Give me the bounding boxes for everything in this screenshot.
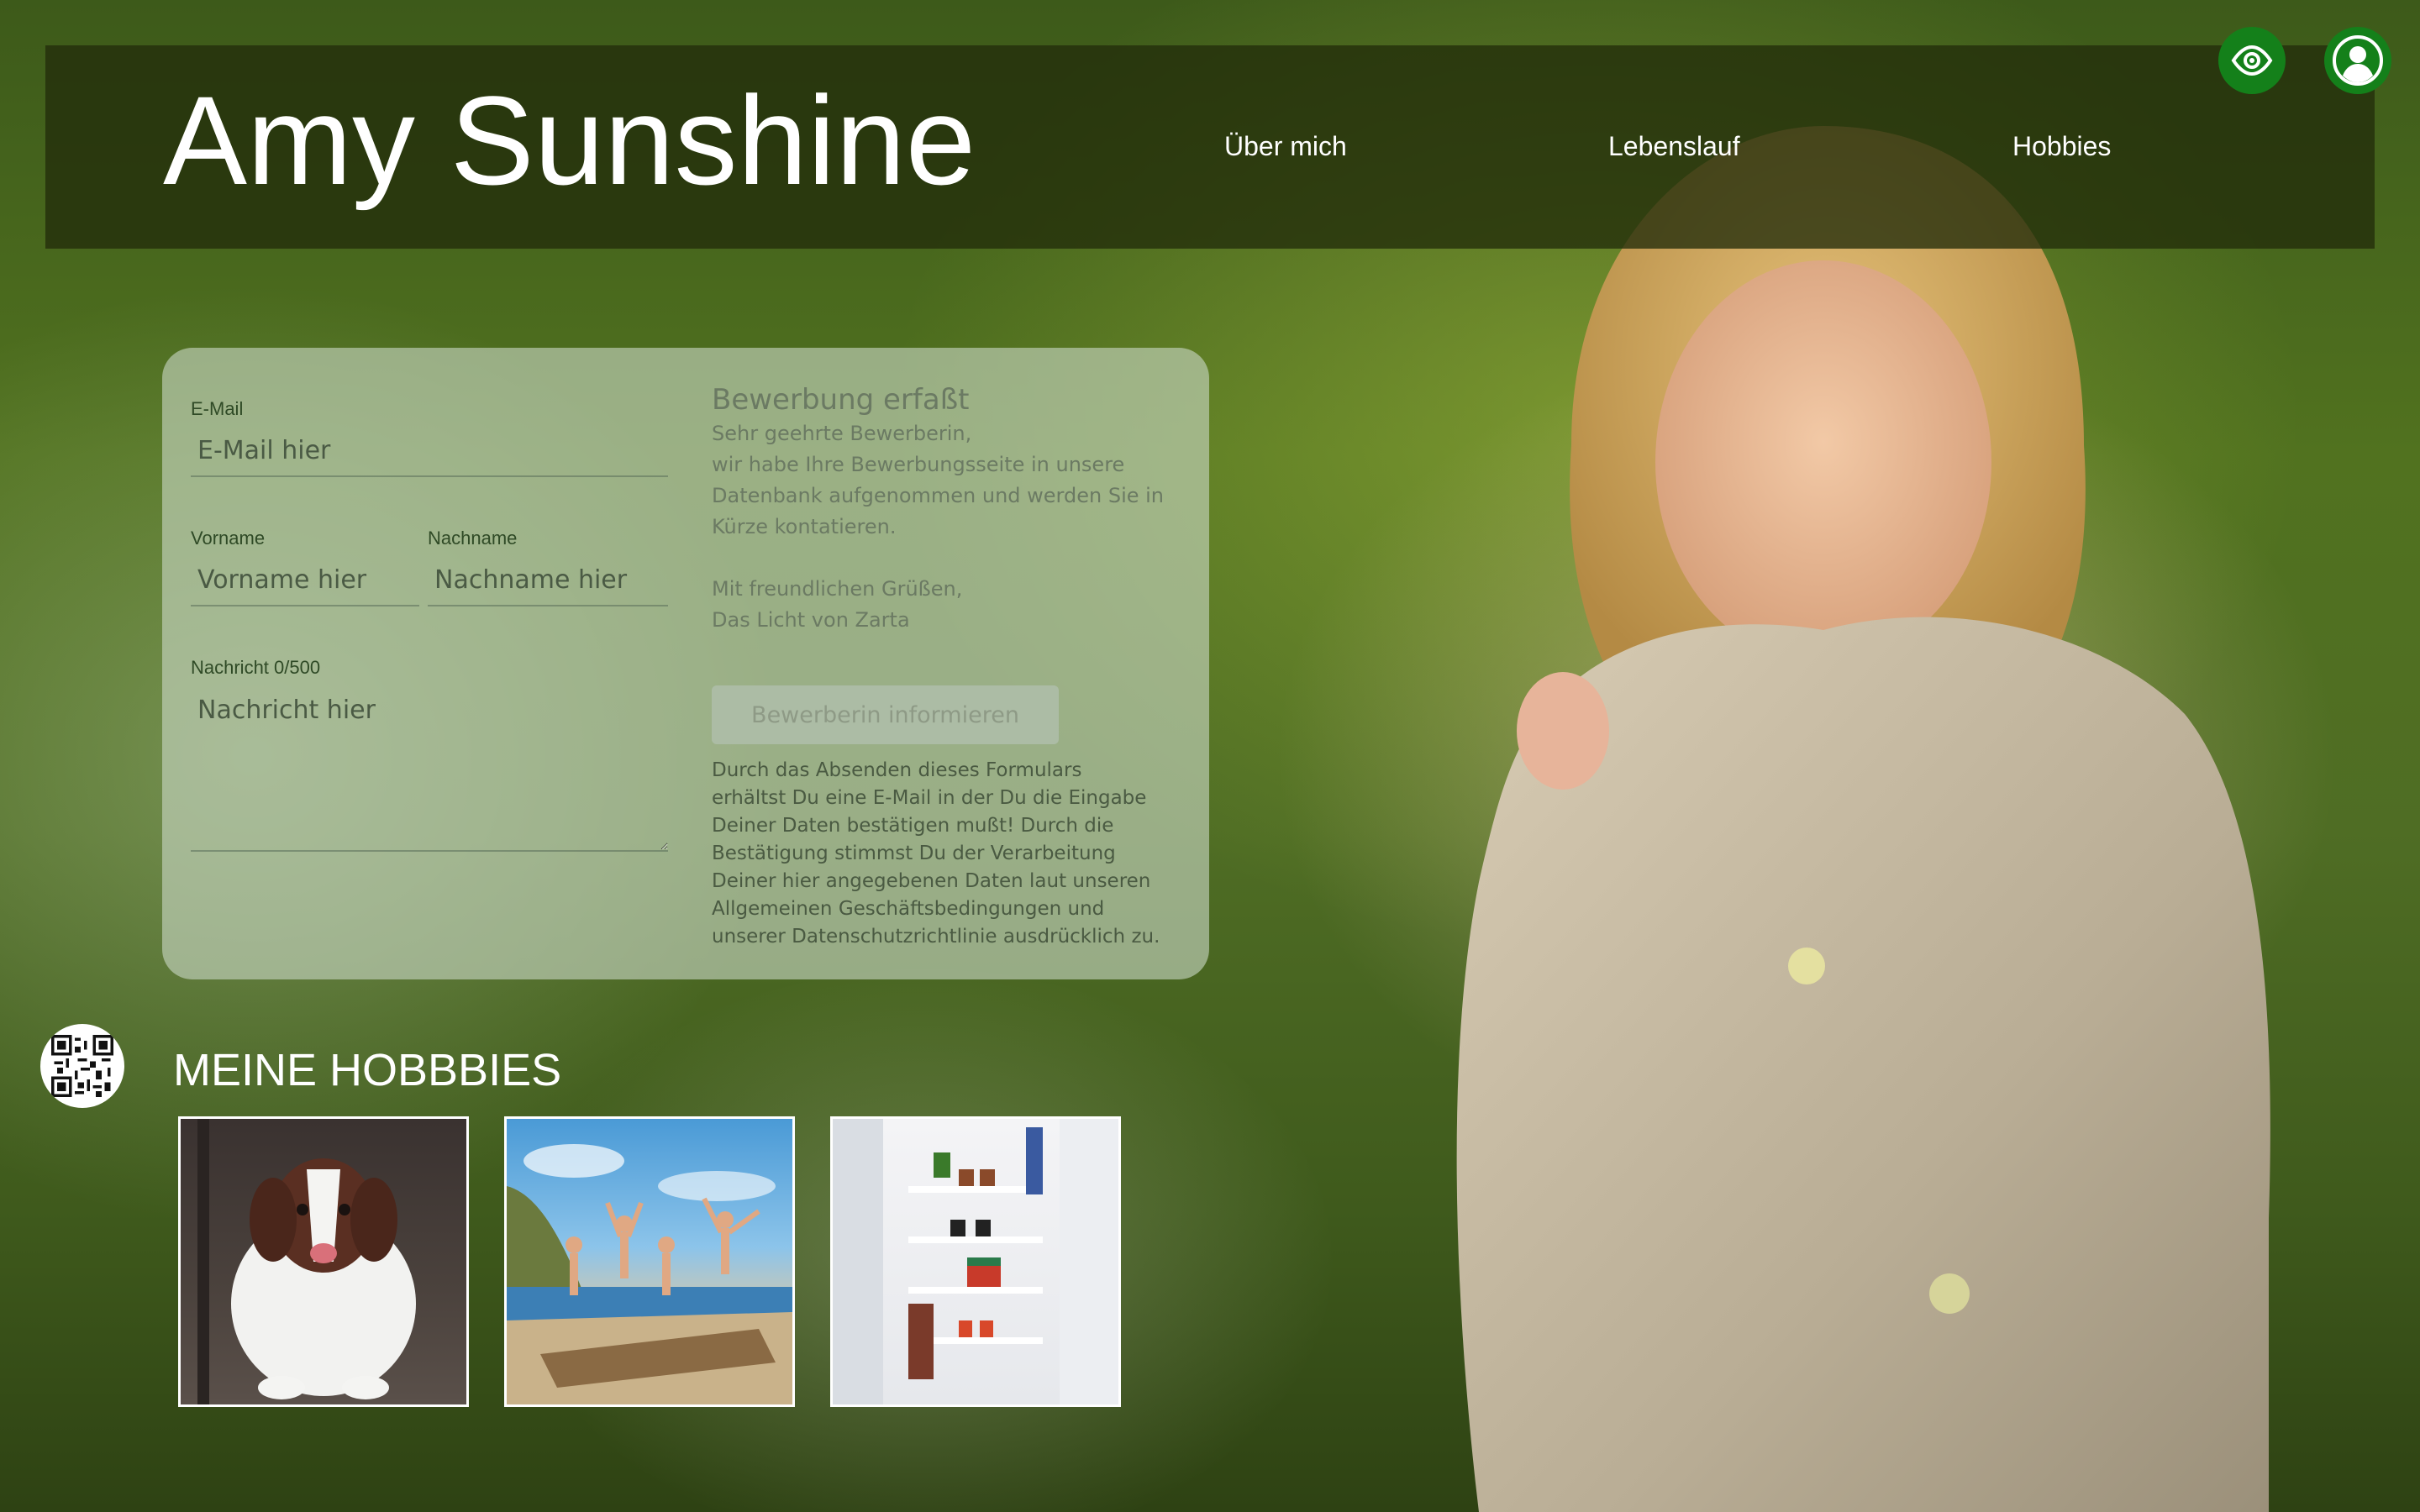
lastname-field[interactable] bbox=[428, 554, 668, 606]
hobby-photo-beach[interactable] bbox=[504, 1116, 795, 1407]
confirmation-line: Kürze kontatieren. bbox=[712, 515, 897, 538]
user-icon bbox=[2333, 35, 2383, 86]
site-title: Amy Sunshine bbox=[163, 70, 976, 211]
confirmation-message: Bewerbung erfaßt Sehr geehrte Bewerberin… bbox=[712, 381, 1182, 636]
hobbies-heading: MEINE HOBBBIES bbox=[173, 1045, 562, 1095]
confirmation-closing: Das Licht von Zarta bbox=[712, 608, 910, 632]
legal-notice: Durch das Absenden dieses Formulars erhä… bbox=[712, 757, 1199, 951]
firstname-field[interactable] bbox=[191, 554, 419, 606]
confirmation-line: wir habe Ihre Bewerbungsseite in unsere bbox=[712, 453, 1125, 476]
lastname-label: Nachname bbox=[428, 528, 518, 549]
legal-line: unserer Datenschutzrichtlinie ausdrückli… bbox=[712, 926, 1160, 948]
application-form-panel: E-Mail Vorname Nachname Nachricht 0/500 … bbox=[162, 348, 1209, 979]
dog-image bbox=[197, 1119, 416, 1404]
legal-line: Deiner Daten bestätigen mußt! Durch die bbox=[712, 815, 1114, 837]
message-field[interactable] bbox=[191, 684, 668, 852]
message-label: Nachricht 0/500 bbox=[191, 657, 321, 678]
background-portrait bbox=[1456, 126, 2270, 1512]
nav-link-cv[interactable]: Lebenslauf bbox=[1608, 131, 1740, 162]
confirmation-title: Bewerbung erfaßt bbox=[712, 383, 970, 417]
legal-line: Deiner hier angegebenen Daten laut unser… bbox=[712, 870, 1151, 892]
legal-line: Durch das Absenden dieses Formulars bbox=[712, 759, 1082, 781]
hobby-photo-shoes[interactable] bbox=[830, 1116, 1121, 1407]
shoe-shelf-image bbox=[833, 1119, 1118, 1404]
email-label: E-Mail bbox=[191, 398, 244, 419]
inform-applicant-button[interactable]: Bewerberin informieren bbox=[712, 685, 1059, 744]
confirmation-closing: Mit freundlichen Grüßen, bbox=[712, 577, 963, 601]
legal-line: erhältst Du eine E-Mail in der Du die Ei… bbox=[712, 787, 1147, 809]
eye-icon bbox=[2231, 45, 2273, 76]
qr-code-icon bbox=[51, 1035, 113, 1097]
hobby-photo-dog[interactable] bbox=[178, 1116, 469, 1407]
firstname-label: Vorname bbox=[191, 528, 266, 549]
qr-code[interactable] bbox=[40, 1024, 124, 1108]
beach-friends-image bbox=[507, 1144, 792, 1404]
account-button[interactable] bbox=[2324, 27, 2391, 94]
legal-line: Allgemeinen Geschäftsbedingungen und bbox=[712, 898, 1105, 920]
legal-line: Bestätigung stimmst Du der Verarbeitung bbox=[712, 843, 1116, 864]
confirmation-line: Datenbank aufgenommen und werden Sie in bbox=[712, 484, 1165, 507]
site-header: Amy Sunshine Über mich Lebenslauf Hobbie… bbox=[45, 45, 2375, 249]
email-field[interactable] bbox=[191, 425, 668, 477]
confirmation-line: Sehr geehrte Bewerberin, bbox=[712, 422, 972, 445]
nav-link-hobbies[interactable]: Hobbies bbox=[2012, 131, 2111, 162]
visibility-button[interactable] bbox=[2218, 27, 2286, 94]
nav-link-about[interactable]: Über mich bbox=[1224, 131, 1347, 162]
